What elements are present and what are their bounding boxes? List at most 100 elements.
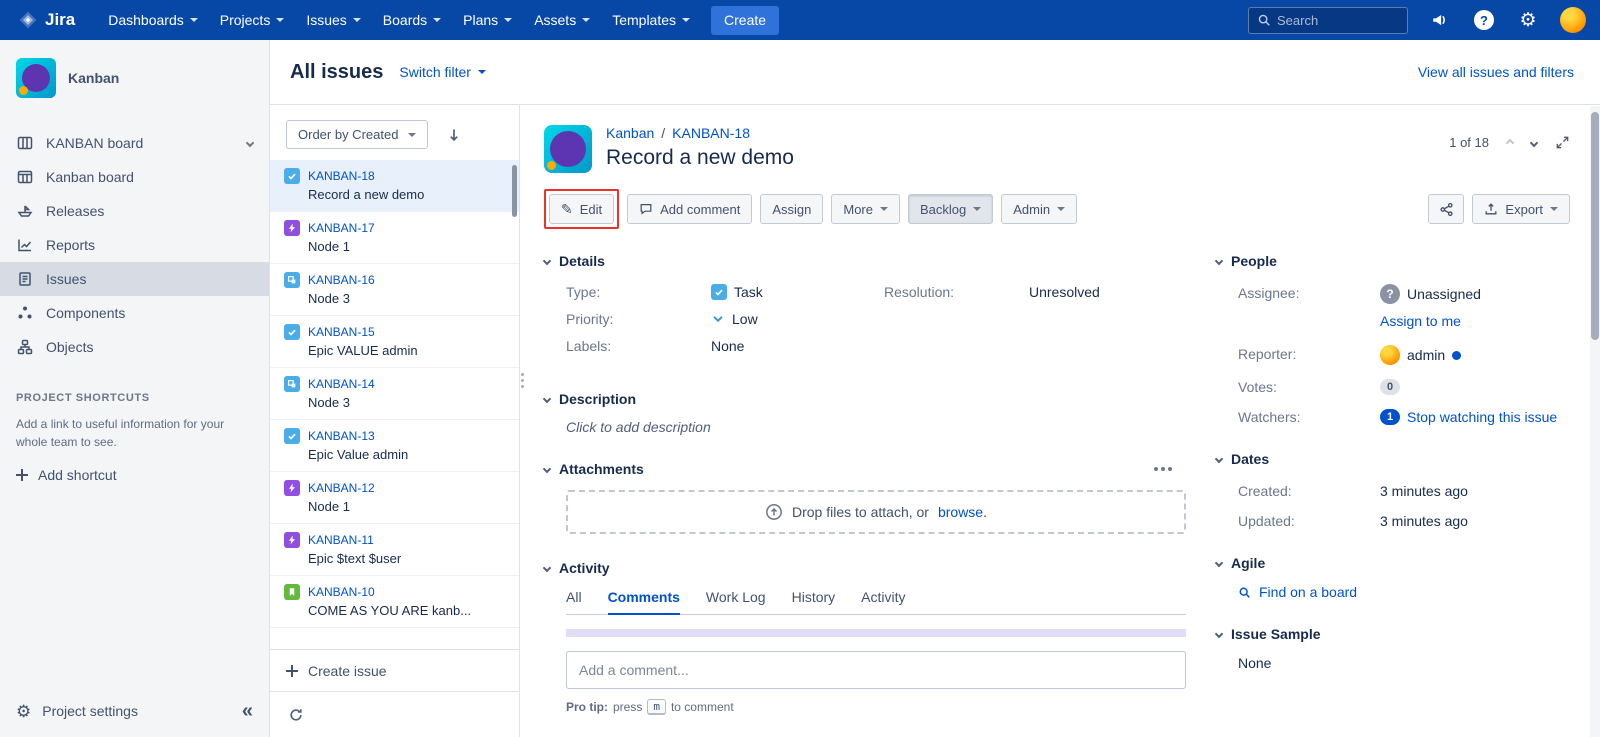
page-scrollbar-thumb[interactable] [1591, 112, 1599, 340]
section-title[interactable]: Description [559, 391, 636, 407]
announcements-icon[interactable] [1428, 8, 1452, 32]
votes-badge[interactable]: 0 [1380, 379, 1400, 395]
issue-key-link[interactable]: KANBAN-10 [308, 585, 375, 599]
settings-gear-icon[interactable]: ⚙ [1516, 8, 1540, 32]
section-title[interactable]: Issue Sample [1231, 626, 1321, 642]
share-button[interactable] [1428, 194, 1464, 224]
section-title[interactable]: Dates [1231, 451, 1269, 467]
issue-list-item[interactable]: KANBAN-18 Record a new demo [270, 160, 519, 212]
next-issue-icon[interactable] [1530, 138, 1538, 146]
chevron-down-icon[interactable] [543, 465, 551, 473]
nav-issues[interactable]: Issues [295, 0, 371, 40]
assign-to-me-link[interactable]: Assign to me [1380, 313, 1461, 329]
project-settings-button[interactable]: Project settings [42, 703, 138, 719]
watchers-badge[interactable]: 1 [1380, 409, 1400, 425]
issue-list-item[interactable]: KANBAN-17 Node 1 [270, 212, 519, 264]
create-issue-button[interactable]: Create issue [270, 649, 519, 691]
issue-list-item[interactable]: KANBAN-14 Node 3 [270, 368, 519, 420]
sidebar-item-releases[interactable]: Releases [0, 194, 269, 228]
description-placeholder[interactable]: Click to add description [566, 419, 1186, 435]
tab-history[interactable]: History [792, 589, 836, 614]
sidebar-item-kanban-board[interactable]: Kanban board [0, 160, 269, 194]
section-title[interactable]: Details [559, 253, 605, 269]
issue-key-link[interactable]: KANBAN-15 [308, 325, 375, 339]
issue-key-link[interactable]: KANBAN-17 [308, 221, 375, 235]
more-icon[interactable] [1154, 467, 1172, 471]
order-by-dropdown[interactable]: Order by Created [286, 120, 428, 149]
sidebar-item-components[interactable]: Components [0, 296, 269, 330]
section-title[interactable]: People [1231, 253, 1277, 269]
nav-dashboards[interactable]: Dashboards [97, 0, 209, 40]
sidebar-item-issues[interactable]: Issues [0, 262, 269, 296]
chevron-down-icon[interactable] [543, 564, 551, 572]
section-title[interactable]: Agile [1231, 555, 1265, 571]
issue-key-link[interactable]: KANBAN-16 [308, 273, 375, 287]
find-on-board-link[interactable]: Find on a board [1259, 584, 1357, 600]
breadcrumb-project-link[interactable]: Kanban [606, 125, 654, 141]
chevron-down-icon[interactable] [1215, 630, 1223, 638]
user-avatar[interactable] [1560, 7, 1586, 33]
stop-watching-link[interactable]: Stop watching this issue [1407, 409, 1557, 425]
issue-key-link[interactable]: KANBAN-11 [308, 533, 374, 547]
issue-list-item[interactable]: KANBAN-15 Epic VALUE admin [270, 316, 519, 368]
page-scrollbar[interactable] [1590, 106, 1600, 737]
global-search[interactable] [1248, 7, 1408, 34]
help-icon[interactable]: ? [1472, 8, 1496, 32]
view-all-issues-link[interactable]: View all issues and filters [1418, 64, 1574, 80]
panel-resize-handle[interactable] [520, 373, 525, 399]
jira-logo[interactable]: Jira [18, 10, 75, 30]
edit-button[interactable]: ✎ Edit [549, 194, 614, 224]
tab-activity[interactable]: Activity [861, 589, 905, 614]
tab-all[interactable]: All [566, 589, 582, 614]
browse-link[interactable]: browse. [938, 504, 987, 520]
issue-key-link[interactable]: KANBAN-12 [308, 481, 375, 495]
nav-boards[interactable]: Boards [372, 0, 452, 40]
backlog-dropdown[interactable]: Backlog [908, 194, 993, 224]
admin-dropdown[interactable]: Admin [1001, 194, 1077, 224]
more-dropdown[interactable]: More [831, 194, 900, 224]
nav-assets[interactable]: Assets [523, 0, 601, 40]
previous-issue-icon[interactable] [1506, 138, 1514, 146]
reporter-value[interactable]: admin [1407, 347, 1445, 363]
add-comment-button[interactable]: Add comment [627, 194, 752, 224]
issue-list-item[interactable]: KANBAN-12 Node 1 [270, 472, 519, 524]
issue-list-item[interactable]: KANBAN-10 COME AS YOU ARE kanb... [270, 576, 519, 628]
expand-icon[interactable] [1555, 135, 1570, 150]
search-input[interactable] [1277, 13, 1399, 28]
export-dropdown[interactable]: Export [1472, 194, 1570, 224]
chevron-down-icon[interactable] [1215, 455, 1223, 463]
chevron-down-icon[interactable] [543, 257, 551, 265]
issue-key-link[interactable]: KANBAN-14 [308, 377, 375, 391]
issue-list-item[interactable]: KANBAN-13 Epic Value admin [270, 420, 519, 472]
issue-key-link[interactable]: KANBAN-18 [308, 169, 375, 183]
breadcrumb-issue-link[interactable]: KANBAN-18 [672, 125, 750, 141]
chevron-down-icon[interactable] [1215, 559, 1223, 567]
pro-tip-press: press [613, 700, 642, 714]
tab-work-log[interactable]: Work Log [706, 589, 766, 614]
nav-plans[interactable]: Plans [452, 0, 523, 40]
attachment-dropzone[interactable]: Drop files to attach, or browse. [566, 490, 1186, 534]
issue-list-item[interactable]: KANBAN-11 Epic $text $user [270, 524, 519, 576]
collapse-sidebar-icon[interactable]: « [242, 701, 253, 721]
create-button[interactable]: Create [711, 6, 779, 35]
switch-filter-dropdown[interactable]: Switch filter [399, 64, 486, 80]
add-shortcut-button[interactable]: Add shortcut [16, 467, 253, 483]
issue-list-item[interactable]: KANBAN-16 Node 3 [270, 264, 519, 316]
section-title[interactable]: Attachments [559, 461, 644, 477]
sidebar-item-objects[interactable]: Objects [0, 330, 269, 364]
sidebar-item-kanban-board-selector[interactable]: KANBAN board [0, 126, 269, 160]
tab-comments[interactable]: Comments [608, 589, 680, 614]
refresh-icon[interactable] [288, 707, 304, 723]
comment-box[interactable] [566, 651, 1186, 689]
section-title[interactable]: Activity [559, 560, 610, 576]
assign-button[interactable]: Assign [760, 194, 823, 224]
chevron-down-icon[interactable] [1215, 257, 1223, 265]
comment-input[interactable] [579, 662, 1173, 678]
sidebar-item-reports[interactable]: Reports [0, 228, 269, 262]
issue-key-link[interactable]: KANBAN-13 [308, 429, 375, 443]
nav-templates[interactable]: Templates [601, 0, 701, 40]
list-scrollbar-thumb[interactable] [512, 165, 517, 217]
chevron-down-icon[interactable] [543, 395, 551, 403]
sort-direction-icon[interactable] [446, 127, 462, 143]
nav-projects[interactable]: Projects [209, 0, 296, 40]
